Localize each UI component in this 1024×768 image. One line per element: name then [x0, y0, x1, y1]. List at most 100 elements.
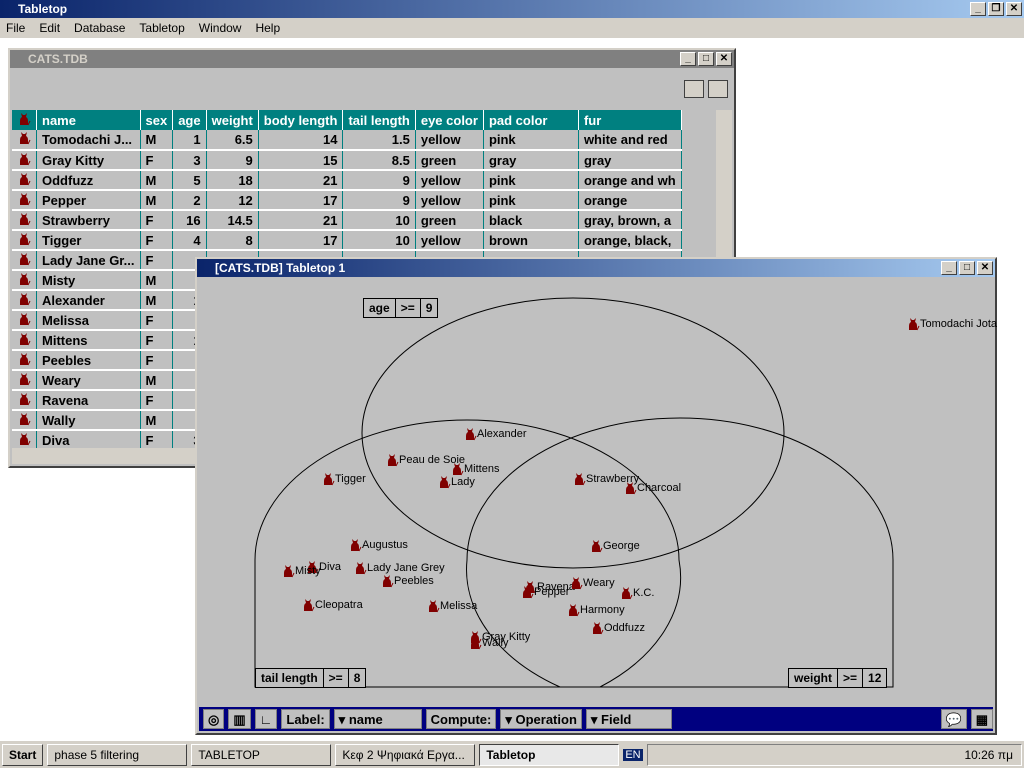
cell[interactable]: white and red — [578, 130, 682, 151]
note-icon[interactable] — [684, 80, 704, 98]
cell[interactable]: gray, brown, a — [578, 210, 682, 231]
maximize-button[interactable]: □ — [959, 261, 975, 275]
table-row[interactable]: Tigger F 4 8 17 10 yellow brown orange, black, — [12, 230, 682, 251]
note-icon[interactable]: 💬 — [940, 709, 967, 729]
cell[interactable]: Ravena — [36, 390, 141, 411]
column-header[interactable]: weight — [206, 110, 259, 130]
cat-point[interactable]: Alexander — [463, 427, 527, 441]
menu-tabletop[interactable]: Tabletop — [139, 18, 184, 38]
table-icon[interactable]: ▦ — [970, 709, 993, 729]
cell[interactable]: green — [415, 210, 484, 231]
cell[interactable]: 17 — [258, 230, 344, 251]
language-indicator[interactable]: EN — [623, 748, 643, 761]
cell[interactable]: 4 — [172, 230, 207, 251]
cell[interactable]: 2 — [172, 190, 207, 211]
column-header[interactable]: eye color — [415, 110, 484, 130]
cell[interactable]: Oddfuzz — [36, 170, 141, 191]
cat-point[interactable]: Harmony — [566, 603, 625, 617]
cell[interactable]: Strawberry — [36, 210, 141, 231]
cell[interactable]: orange, black, — [578, 230, 682, 251]
cat-point[interactable]: Mittens — [450, 462, 499, 476]
taskbar-item[interactable]: TABLETOP — [191, 743, 332, 766]
cat-point[interactable]: Peebles — [380, 574, 434, 588]
cell[interactable]: Tomodachi J... — [36, 130, 141, 151]
table-row[interactable]: Oddfuzz M 5 18 21 9 yellow pink orange and wh — [12, 170, 682, 191]
start-button[interactable]: Start — [2, 743, 44, 766]
taskbar-item[interactable]: phase 5 filtering — [47, 743, 188, 766]
cell[interactable]: Lady Jane Gr... — [36, 250, 141, 271]
tabletop-icon[interactable] — [708, 80, 728, 98]
column-header[interactable]: tail length — [342, 110, 416, 130]
menu-edit[interactable]: Edit — [39, 18, 60, 38]
cell[interactable]: pink — [483, 190, 579, 211]
cat-point[interactable]: Charcoal — [623, 481, 681, 495]
column-header[interactable]: age — [172, 110, 207, 130]
cell[interactable]: green — [415, 150, 484, 171]
cell[interactable]: F — [140, 390, 174, 411]
cell[interactable]: yellow — [415, 230, 484, 251]
cell[interactable]: 16 — [172, 210, 207, 231]
cell[interactable]: Diva — [36, 430, 141, 451]
tail-length-filter[interactable]: tail length >= 8 — [255, 668, 367, 688]
axes-icon[interactable]: ∟ — [254, 709, 278, 729]
cell[interactable]: F — [140, 430, 174, 451]
cat-point[interactable]: George — [589, 539, 640, 553]
cat-point[interactable]: K.C. — [619, 586, 654, 600]
cat-point[interactable]: Wally — [468, 636, 508, 650]
cell[interactable]: pink — [483, 130, 579, 151]
cell[interactable]: M — [140, 270, 174, 291]
cell[interactable]: F — [140, 250, 174, 271]
cell[interactable]: M — [140, 130, 174, 151]
cell[interactable]: 5 — [172, 170, 207, 191]
minimize-button[interactable]: _ — [941, 261, 957, 275]
cell[interactable]: 12 — [206, 190, 259, 211]
cell[interactable]: orange — [578, 190, 682, 211]
cell[interactable]: 21 — [258, 210, 344, 231]
cell[interactable]: pink — [483, 170, 579, 191]
cell[interactable]: M — [140, 370, 174, 391]
close-button[interactable]: ✕ — [1006, 2, 1022, 16]
menu-help[interactable]: Help — [255, 18, 280, 38]
column-header[interactable]: pad color — [483, 110, 579, 130]
cell[interactable]: 10 — [342, 230, 416, 251]
operation-dropdown[interactable]: ▾ Operation — [500, 709, 582, 729]
table-row[interactable]: Tomodachi J... M 1 6.5 14 1.5 yellow pink white … — [12, 130, 682, 151]
cell[interactable]: 9 — [206, 150, 259, 171]
table-row[interactable]: Strawberry F 16 14.5 21 10 green black gray, bro… — [12, 210, 682, 231]
cat-point[interactable]: Misty — [281, 564, 321, 578]
cat-point[interactable]: Weary — [569, 576, 615, 590]
column-header[interactable]: sex — [140, 110, 174, 130]
cell[interactable]: 1 — [172, 130, 207, 151]
cell[interactable]: M — [140, 290, 174, 311]
cell[interactable]: 6.5 — [206, 130, 259, 151]
cat-point[interactable]: Tigger — [321, 472, 366, 486]
cell[interactable]: brown — [483, 230, 579, 251]
cell[interactable]: yellow — [415, 190, 484, 211]
label-dropdown[interactable]: ▾ name — [333, 709, 422, 729]
cat-point[interactable]: Oddfuzz — [590, 621, 645, 635]
cell[interactable]: M — [140, 170, 174, 191]
cat-point[interactable]: Lady — [437, 475, 475, 489]
cell[interactable]: F — [140, 150, 174, 171]
cat-point[interactable]: Tomodachi Jota — [906, 317, 997, 331]
cell[interactable]: yellow — [415, 130, 484, 151]
cat-point[interactable]: Pepper — [520, 585, 569, 599]
cell[interactable]: 9 — [342, 190, 416, 211]
cell[interactable]: 18 — [206, 170, 259, 191]
cell[interactable]: Misty — [36, 270, 141, 291]
column-header[interactable]: name — [36, 110, 141, 130]
cell[interactable]: 1.5 — [342, 130, 416, 151]
cell[interactable]: 14 — [258, 130, 344, 151]
venn-icon[interactable]: ◎ — [203, 709, 225, 729]
cell[interactable]: Mittens — [36, 330, 141, 351]
menu-window[interactable]: Window — [199, 18, 242, 38]
cell[interactable]: 10 — [342, 210, 416, 231]
menu-database[interactable]: Database — [74, 18, 125, 38]
cell[interactable]: Melissa — [36, 310, 141, 331]
minimize-button[interactable]: _ — [970, 2, 986, 16]
cell[interactable]: F — [140, 330, 174, 351]
taskbar-item[interactable]: Κεφ 2 Ψηφιακά Εργα... — [335, 743, 476, 766]
cell[interactable]: 9 — [342, 170, 416, 191]
cell[interactable]: F — [140, 210, 174, 231]
column-header[interactable]: body length — [258, 110, 344, 130]
